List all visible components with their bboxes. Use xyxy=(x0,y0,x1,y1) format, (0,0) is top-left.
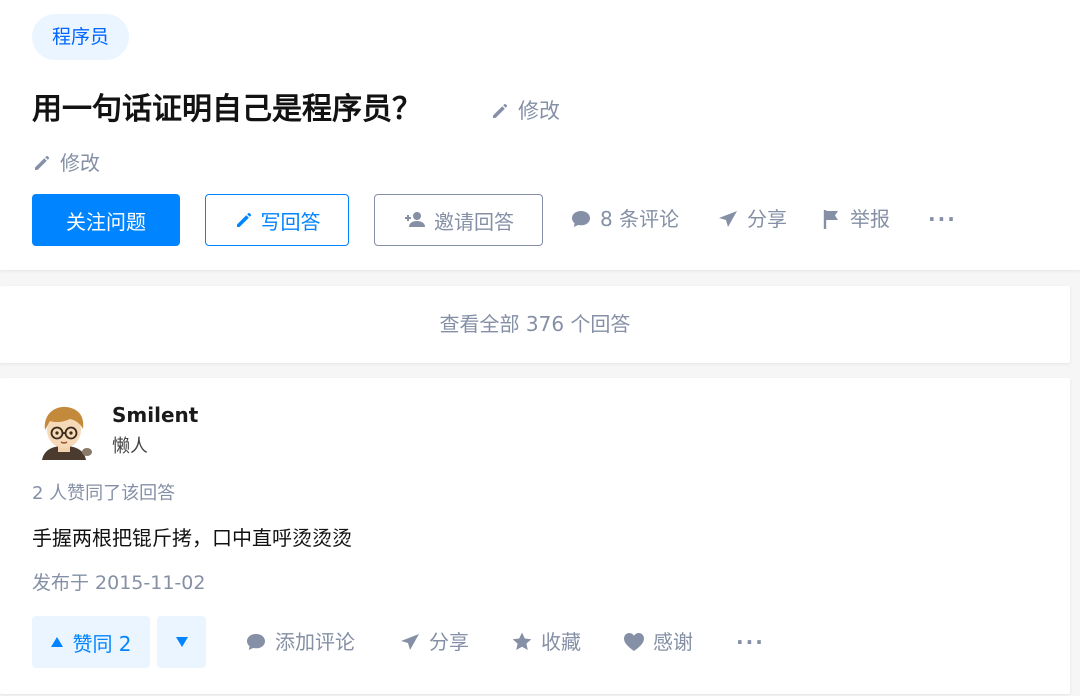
thanks-button[interactable]: 感谢 xyxy=(623,628,693,656)
question-title: 用一句话证明自己是程序员？ xyxy=(32,92,422,127)
upvote-label: 赞同 2 xyxy=(72,631,132,656)
thanks-label: 感谢 xyxy=(653,630,693,654)
add-user-icon xyxy=(403,210,427,230)
answer-card: Smilent 懒人 2 人赞同了该回答 手握两根把锟斤拷，口中直呼烫烫烫 发布… xyxy=(0,378,1070,694)
avatar[interactable] xyxy=(34,402,94,462)
vote-summary[interactable]: 2 人赞同了该回答 xyxy=(32,481,175,507)
pencil-icon xyxy=(490,101,510,121)
triangle-up-icon xyxy=(50,636,64,648)
write-answer-label: 写回答 xyxy=(260,209,321,234)
answer-share-label: 分享 xyxy=(429,630,469,654)
heart-icon xyxy=(623,632,645,652)
flag-icon xyxy=(822,208,842,230)
author-bio: 懒人 xyxy=(112,436,148,457)
comment-icon xyxy=(570,209,592,229)
report-label: 举报 xyxy=(850,207,890,231)
collect-label: 收藏 xyxy=(541,630,581,654)
downvote-button[interactable] xyxy=(157,616,206,668)
upvote-button[interactable]: 赞同 2 xyxy=(32,616,150,668)
edit-description-label: 修改 xyxy=(60,151,100,175)
follow-question-button[interactable]: 关注问题 xyxy=(32,194,180,246)
paper-plane-icon xyxy=(717,209,739,229)
comment-icon xyxy=(245,632,267,652)
more-icon: ··· xyxy=(928,207,957,231)
add-comment-label: 添加评论 xyxy=(275,630,355,654)
star-icon xyxy=(511,631,533,653)
triangle-down-icon xyxy=(175,636,189,648)
follow-question-label: 关注问题 xyxy=(66,209,146,234)
more-icon: ··· xyxy=(736,630,765,654)
edit-description-button[interactable]: 修改 xyxy=(32,149,100,177)
comments-button[interactable]: 8 条评论 xyxy=(570,205,679,233)
write-answer-button[interactable]: 写回答 xyxy=(205,194,349,246)
pencil-icon xyxy=(234,210,254,230)
answer-content: 手握两根把锟斤拷，口中直呼烫烫烫 xyxy=(32,526,352,550)
invite-answer-label: 邀请回答 xyxy=(434,209,514,234)
question-header: 程序员 用一句话证明自己是程序员？ 修改 修改 关注问题 写回答 邀请回答 8 … xyxy=(0,0,1080,270)
view-all-answers-button[interactable]: 查看全部 376 个回答 xyxy=(0,286,1070,363)
edit-title-button[interactable]: 修改 xyxy=(490,97,560,125)
topic-tag[interactable]: 程序员 xyxy=(32,14,130,60)
answer-share-button[interactable]: 分享 xyxy=(399,628,469,656)
edit-title-label: 修改 xyxy=(518,99,560,123)
author-name[interactable]: Smilent xyxy=(112,401,198,429)
invite-answer-button[interactable]: 邀请回答 xyxy=(374,194,543,246)
report-button[interactable]: 举报 xyxy=(822,205,890,233)
comments-label: 8 条评论 xyxy=(600,207,680,231)
collect-button[interactable]: 收藏 xyxy=(511,628,581,656)
share-button[interactable]: 分享 xyxy=(717,205,787,233)
answer-more-button[interactable]: ··· xyxy=(736,628,765,656)
add-comment-button[interactable]: 添加评论 xyxy=(245,628,355,656)
share-label: 分享 xyxy=(747,207,787,231)
paper-plane-icon xyxy=(399,632,421,652)
pencil-icon xyxy=(32,153,52,173)
view-all-answers-label: 查看全部 376 个回答 xyxy=(439,312,631,336)
publish-time[interactable]: 发布于 2015-11-02 xyxy=(32,569,205,597)
more-options-button[interactable]: ··· xyxy=(928,205,957,233)
